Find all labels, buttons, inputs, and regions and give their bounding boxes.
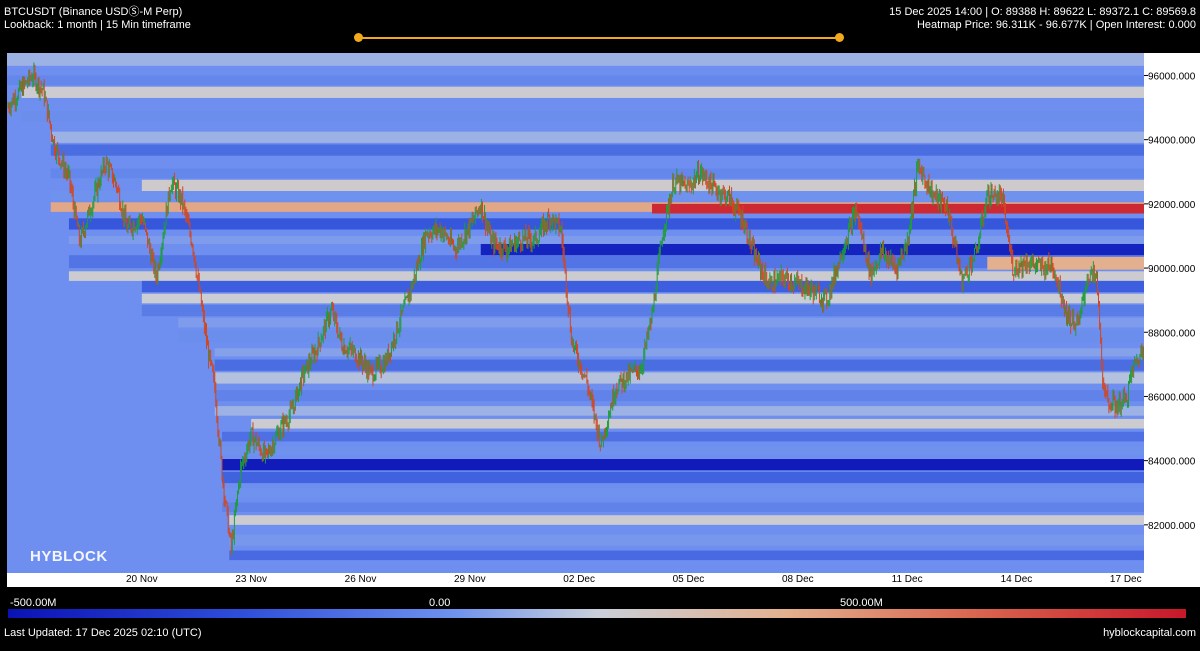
heatmap-band bbox=[68, 255, 1145, 269]
site-link[interactable]: hyblockcapital.com bbox=[1103, 627, 1196, 640]
heatmap-band bbox=[214, 390, 1144, 402]
y-tick-label: 88000.000 bbox=[1148, 328, 1196, 339]
x-tick-label: 26 Nov bbox=[345, 574, 377, 585]
heatmap-band bbox=[229, 515, 1144, 525]
heatmap-band bbox=[214, 406, 1144, 416]
heatmap-band bbox=[222, 502, 1144, 513]
y-tick-label: 96000.000 bbox=[1148, 71, 1196, 82]
heatmap-band bbox=[21, 86, 1145, 98]
heatmap-band bbox=[480, 243, 1144, 256]
heatmap-band bbox=[68, 235, 1145, 244]
heatmap-band bbox=[141, 304, 1144, 317]
heatmap-band bbox=[7, 53, 1144, 66]
x-tick-label: 05 Dec bbox=[673, 574, 705, 585]
y-tick-label: 82000.000 bbox=[1148, 521, 1196, 532]
heatmap-band bbox=[214, 359, 1144, 371]
heatmap-band bbox=[141, 280, 1144, 293]
watermark-logo: HYBLOCK bbox=[30, 548, 108, 565]
x-tick-label: 08 Dec bbox=[782, 574, 814, 585]
colorbar-scale bbox=[8, 609, 1186, 618]
y-axis-background bbox=[1144, 53, 1200, 573]
heatmap-band bbox=[141, 293, 1144, 304]
heatmap-band bbox=[222, 446, 1144, 455]
x-tick-label: 20 Nov bbox=[126, 574, 158, 585]
heatmap-band bbox=[7, 75, 1144, 86]
heatmap-band bbox=[21, 110, 1145, 123]
heatmap-band bbox=[229, 550, 1144, 561]
heatmap-band bbox=[214, 372, 1144, 384]
x-tick-label: 02 Dec bbox=[563, 574, 595, 585]
y-tick-label: 94000.000 bbox=[1148, 136, 1196, 147]
y-tick-label: 84000.000 bbox=[1148, 457, 1196, 468]
heatmap-band bbox=[50, 168, 1145, 179]
y-tick-label: 90000.000 bbox=[1148, 264, 1196, 275]
y-tick-label: 86000.000 bbox=[1148, 392, 1196, 403]
heatmap-band bbox=[251, 418, 1145, 429]
heatmap-band bbox=[987, 256, 1144, 270]
heatmap-band bbox=[222, 459, 1144, 471]
x-tick-label: 14 Dec bbox=[1001, 574, 1033, 585]
x-tick-label: 17 Dec bbox=[1110, 574, 1142, 585]
heatmap-band bbox=[50, 144, 1145, 156]
x-tick-label: 11 Dec bbox=[892, 574, 923, 585]
heatmap-band bbox=[222, 487, 1144, 498]
heatmap-band bbox=[50, 131, 1145, 143]
x-tick-label: 29 Nov bbox=[454, 574, 486, 585]
heatmap-band bbox=[68, 271, 1145, 281]
heatmap-band bbox=[50, 191, 1145, 201]
last-updated-text: Last Updated: 17 Dec 2025 02:10 (UTC) bbox=[4, 627, 202, 639]
heatmap-band bbox=[229, 534, 1144, 546]
y-tick-label: 92000.000 bbox=[1148, 200, 1196, 211]
liquidation-heatmap-chart[interactable]: 96000.000 94000.000 92000.000 90000.000 8800… bbox=[0, 0, 1200, 600]
heatmap-band bbox=[222, 431, 1144, 442]
x-tick-label: 23 Nov bbox=[235, 574, 267, 585]
heatmap-band bbox=[222, 471, 1144, 484]
